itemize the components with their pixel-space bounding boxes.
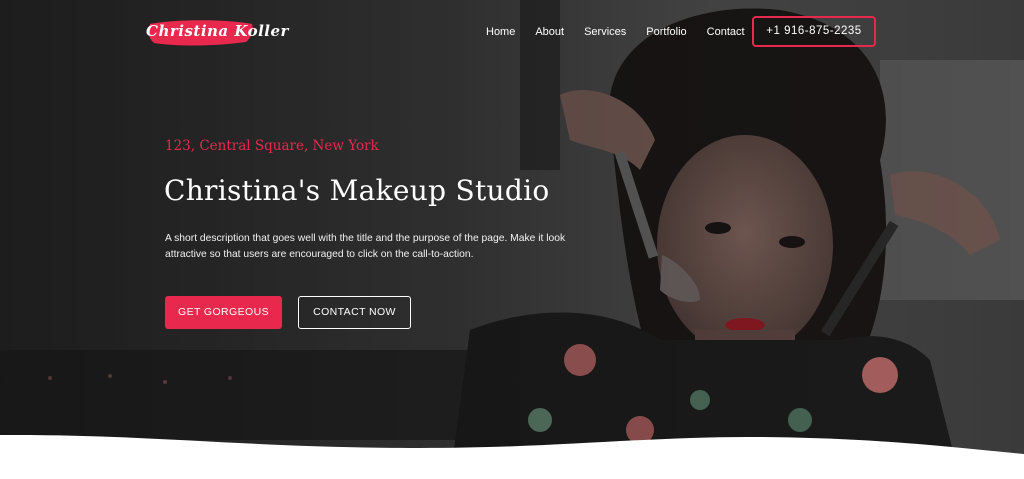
hero-section: Christina Koller Home About Services Por… [0, 0, 1024, 479]
phone-button[interactable]: +1 916-875-2235 [752, 16, 876, 47]
studio-address: 123, Central Square, New York [165, 138, 379, 154]
page-title: Christina's Makeup Studio [164, 174, 550, 207]
brand-logo[interactable]: Christina Koller [146, 18, 289, 48]
nav-services-link[interactable]: Services [584, 24, 626, 40]
main-navigation: Home About Services Portfolio Contact [486, 24, 765, 40]
get-gorgeous-button[interactable]: GET GORGEOUS [165, 296, 282, 329]
nav-portfolio-link[interactable]: Portfolio [646, 24, 686, 40]
nav-home-link[interactable]: Home [486, 24, 515, 40]
nav-about-link[interactable]: About [535, 24, 564, 40]
contact-now-button[interactable]: CONTACT NOW [298, 296, 411, 329]
hero-description: A short description that goes well with … [165, 233, 566, 260]
nav-contact-link[interactable]: Contact [707, 24, 745, 40]
logo-text: Christina Koller [146, 22, 289, 40]
